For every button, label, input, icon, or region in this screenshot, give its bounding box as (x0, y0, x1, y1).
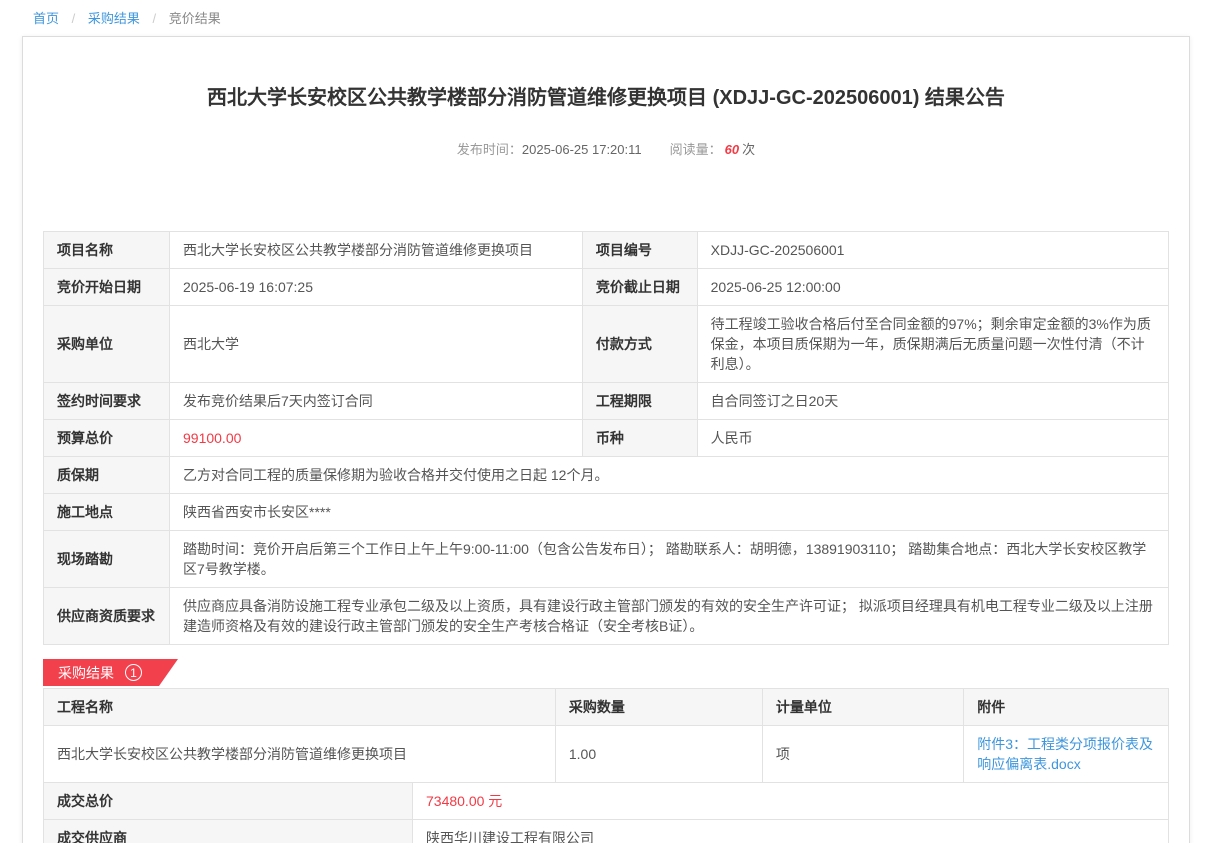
table-row: 质保期 乙方对合同工程的质量保修期为验收合格并交付使用之日起 12个月。 (44, 457, 1169, 494)
table-row: 现场踏勘 踏勘时间：竞价开启后第三个工作日上午上午9:00-11:00（包含公告… (44, 531, 1169, 588)
views-count: 60 (725, 142, 739, 157)
result-count-badge: 1 (125, 664, 142, 681)
purchaser-value: 西北大学 (170, 306, 583, 383)
result-section-ribbon: 采购结果 1 (43, 659, 178, 686)
warranty-label: 质保期 (44, 457, 170, 494)
project-name-value: 西北大学长安校区公共教学楼部分消防管道维修更换项目 (170, 232, 583, 269)
budget-label: 预算总价 (44, 420, 170, 457)
result-project-name: 西北大学长安校区公共教学楼部分消防管道维修更换项目 (44, 726, 556, 783)
bid-end-label: 竞价截止日期 (582, 269, 697, 306)
total-price-cell: 73480.00 元 (413, 783, 1169, 820)
table-row: 成交供应商 陕西华川建设工程有限公司 (44, 820, 1169, 843)
publish-time-label: 发布时间： (457, 142, 522, 157)
result-attachment-cell: 附件3：工程类分项报价表及响应偏离表.docx (964, 726, 1169, 783)
table-row: 签约时间要求 发布竞价结果后7天内签订合同 工程期限 自合同签订之日20天 (44, 383, 1169, 420)
location-value: 陕西省西安市长安区**** (170, 494, 1169, 531)
duration-label: 工程期限 (582, 383, 697, 420)
column-header-project: 工程名称 (44, 689, 556, 726)
table-row: 成交总价 73480.00 元 (44, 783, 1169, 820)
survey-label: 现场踏勘 (44, 531, 170, 588)
supplier-value: 陕西华川建设工程有限公司 (413, 820, 1169, 843)
content-card: 西北大学长安校区公共教学楼部分消防管道维修更换项目 (XDJJ-GC-20250… (22, 36, 1190, 843)
breadcrumb: 首页 / 采购结果 / 竞价结果 (0, 0, 1211, 36)
location-label: 施工地点 (44, 494, 170, 531)
column-header-attachment: 附件 (964, 689, 1169, 726)
total-price-unit: 元 (488, 793, 502, 809)
table-row: 施工地点 陕西省西安市长安区**** (44, 494, 1169, 531)
breadcrumb-separator: / (153, 11, 157, 26)
breadcrumb-separator: / (72, 11, 76, 26)
table-row: 预算总价 99100.00 币种 人民币 (44, 420, 1169, 457)
table-row: 供应商资质要求 供应商应具备消防设施工程专业承包二级及以上资质，具有建设行政主管… (44, 588, 1169, 645)
purchaser-label: 采购单位 (44, 306, 170, 383)
result-unit: 项 (762, 726, 963, 783)
total-price-label: 成交总价 (44, 783, 413, 820)
sign-time-value: 发布竞价结果后7天内签订合同 (170, 383, 583, 420)
result-quantity: 1.00 (555, 726, 762, 783)
bid-end-value: 2025-06-25 12:00:00 (697, 269, 1168, 306)
project-no-label: 项目编号 (582, 232, 697, 269)
publish-time-value: 2025-06-25 17:20:11 (522, 142, 642, 157)
views-unit: 次 (742, 142, 755, 157)
project-name-label: 项目名称 (44, 232, 170, 269)
total-price-value: 73480.00 (426, 793, 484, 809)
breadcrumb-procurement-results-link[interactable]: 采购结果 (88, 11, 140, 26)
deal-summary-table: 成交总价 73480.00 元 成交供应商 陕西华川建设工程有限公司 (43, 782, 1169, 843)
breadcrumb-current-page: 竞价结果 (169, 11, 221, 26)
result-data-row: 西北大学长安校区公共教学楼部分消防管道维修更换项目 1.00 项 附件3：工程类… (44, 726, 1169, 783)
budget-value: 99100.00 (170, 420, 583, 457)
breadcrumb-home-link[interactable]: 首页 (33, 11, 59, 26)
column-header-unit: 计量单位 (762, 689, 963, 726)
qualification-label: 供应商资质要求 (44, 588, 170, 645)
payment-label: 付款方式 (582, 306, 697, 383)
result-header-row: 工程名称 采购数量 计量单位 附件 (44, 689, 1169, 726)
currency-label: 币种 (582, 420, 697, 457)
table-row: 竞价开始日期 2025-06-19 16:07:25 竞价截止日期 2025-0… (44, 269, 1169, 306)
result-section-title: 采购结果 (58, 663, 114, 683)
payment-value: 待工程竣工验收合格后付至合同金额的97%；剩余审定金额的3%作为质保金，本项目质… (697, 306, 1168, 383)
table-row: 采购单位 西北大学 付款方式 待工程竣工验收合格后付至合同金额的97%；剩余审定… (44, 306, 1169, 383)
column-header-quantity: 采购数量 (555, 689, 762, 726)
page-title: 西北大学长安校区公共教学楼部分消防管道维修更换项目 (XDJJ-GC-20250… (103, 84, 1109, 112)
table-row: 项目名称 西北大学长安校区公共教学楼部分消防管道维修更换项目 项目编号 XDJJ… (44, 232, 1169, 269)
publish-meta: 发布时间：2025-06-25 17:20:11 阅读量：60次 (43, 139, 1169, 158)
sign-time-label: 签约时间要求 (44, 383, 170, 420)
views-label: 阅读量： (670, 142, 722, 157)
currency-value: 人民币 (697, 420, 1168, 457)
qualification-value: 供应商应具备消防设施工程专业承包二级及以上资质，具有建设行政主管部门颁发的有效的… (170, 588, 1169, 645)
bid-start-value: 2025-06-19 16:07:25 (170, 269, 583, 306)
project-no-value: XDJJ-GC-202506001 (697, 232, 1168, 269)
bid-start-label: 竞价开始日期 (44, 269, 170, 306)
warranty-value: 乙方对合同工程的质量保修期为验收合格并交付使用之日起 12个月。 (170, 457, 1169, 494)
procurement-result-table: 工程名称 采购数量 计量单位 附件 西北大学长安校区公共教学楼部分消防管道维修更… (43, 688, 1169, 783)
survey-value: 踏勘时间：竞价开启后第三个工作日上午上午9:00-11:00（包含公告发布日）；… (170, 531, 1169, 588)
project-info-table: 项目名称 西北大学长安校区公共教学楼部分消防管道维修更换项目 项目编号 XDJJ… (43, 231, 1169, 645)
supplier-label: 成交供应商 (44, 820, 413, 843)
attachment-link[interactable]: 附件3：工程类分项报价表及响应偏离表.docx (977, 736, 1153, 772)
duration-value: 自合同签订之日20天 (697, 383, 1168, 420)
